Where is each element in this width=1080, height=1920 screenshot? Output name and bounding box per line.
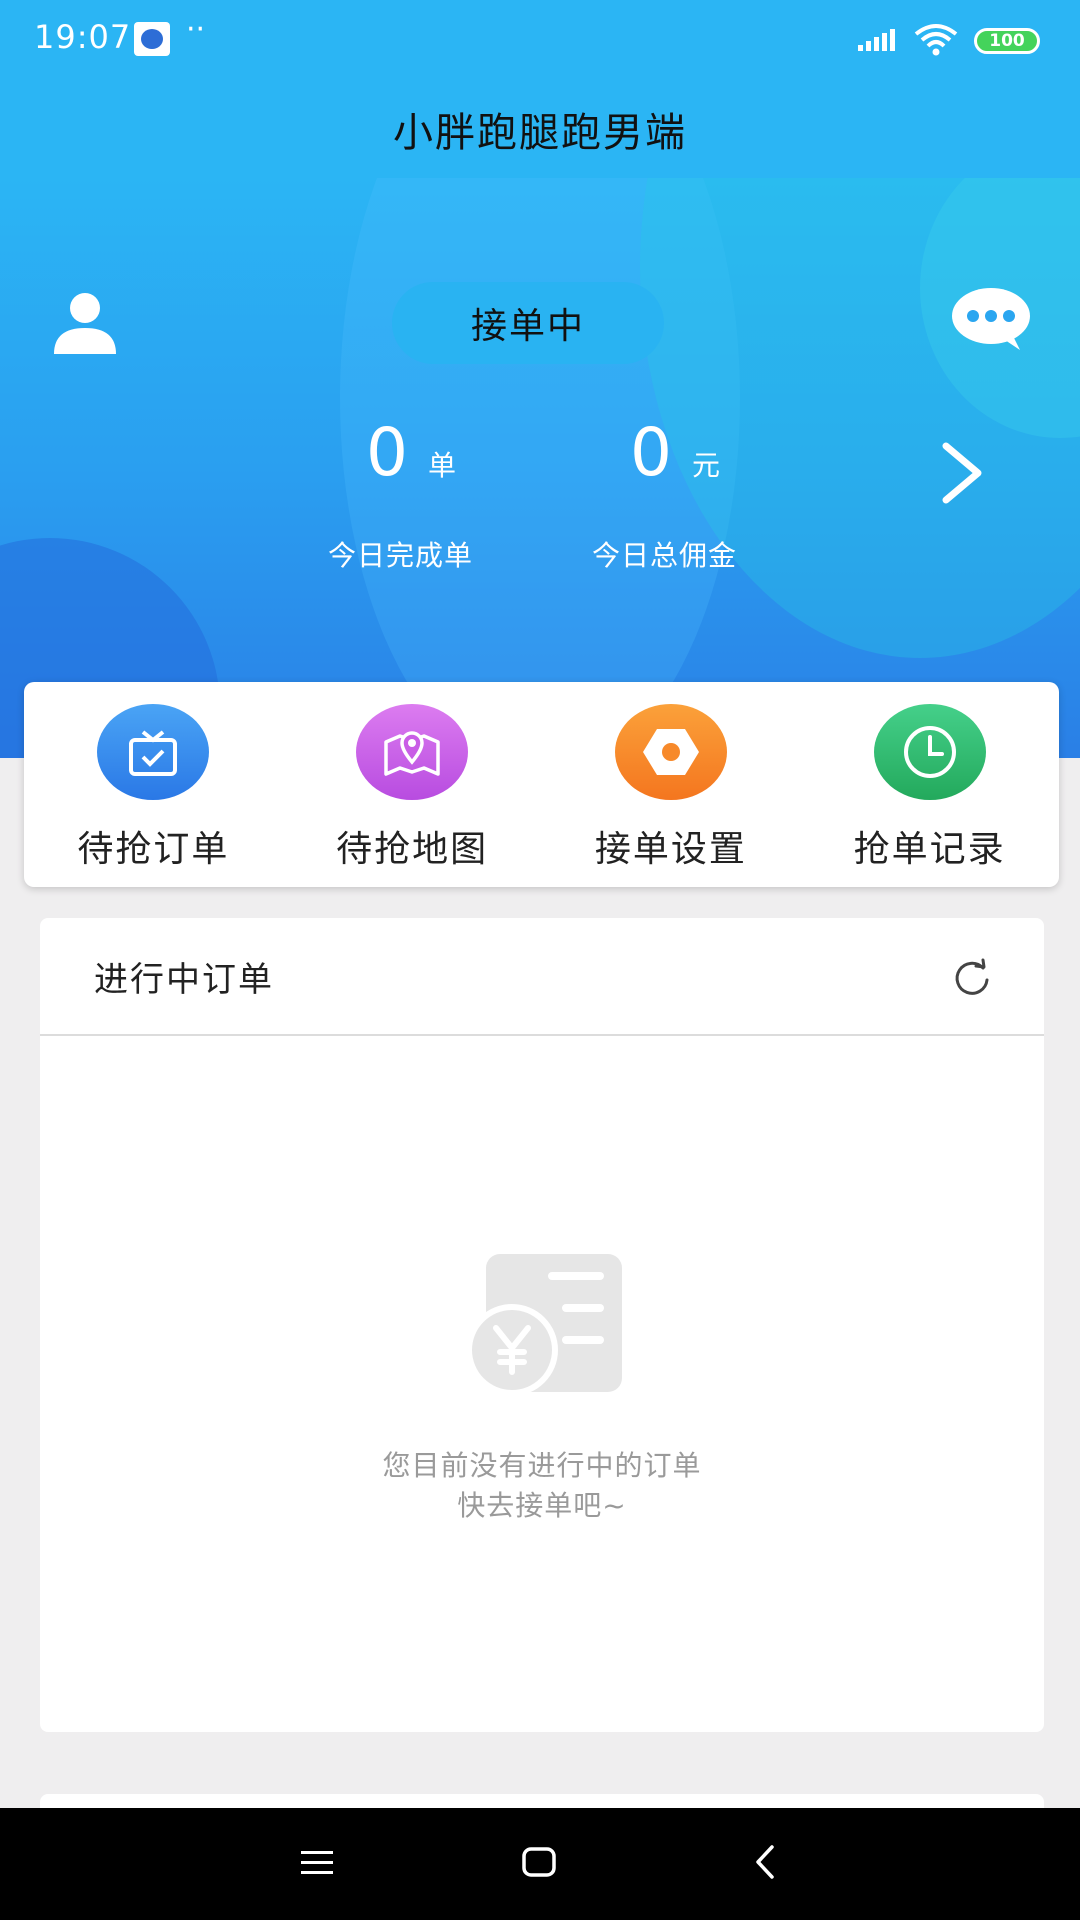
order-settings-label: 接单设置 (594, 829, 747, 870)
user-avatar-icon[interactable] (52, 290, 118, 356)
map-pin-icon (356, 704, 469, 800)
empty-order-illustration (466, 1254, 622, 1396)
clock-icon (873, 704, 986, 800)
message-icon[interactable] (950, 286, 1032, 352)
orders-in-progress-card: 进行中订单 您目前没有进行中的订单 快去接单吧~ (40, 918, 1044, 1732)
page-title: 小胖跑腿跑男端 (393, 110, 687, 156)
hex-nut-icon (614, 704, 727, 800)
system-nav-bar (0, 1808, 1080, 1920)
title-bar: 小胖跑腿跑男端 (0, 80, 1080, 178)
status-dots: ·· (186, 12, 206, 47)
orders-title: 进行中订单 (94, 959, 274, 1000)
battery-icon: 100 (974, 28, 1040, 54)
orders-header: 进行中订单 (40, 918, 1044, 1036)
back-icon[interactable] (754, 1844, 776, 1880)
today-orders-label: 今日完成单 (328, 539, 474, 572)
today-commission-unit: 元 (692, 449, 721, 482)
pending-orders-button[interactable]: 待抢订单 (26, 682, 280, 887)
empty-hint: 快去接单吧~ (457, 1489, 627, 1522)
order-box-icon (97, 704, 210, 800)
home-icon[interactable] (522, 1846, 556, 1878)
order-settings-button[interactable]: 接单设置 (544, 682, 798, 887)
today-orders-stat: 0 单 (366, 418, 456, 488)
pending-map-label: 待抢地图 (336, 829, 489, 870)
today-orders-unit: 单 (428, 449, 457, 482)
wifi-icon (914, 24, 958, 56)
app-notification-icon (134, 22, 170, 56)
hero-panel (0, 178, 1080, 758)
chevron-right-icon[interactable] (940, 442, 984, 504)
today-commission-label: 今日总佣金 (592, 539, 738, 572)
accepting-orders-button[interactable]: 接单中 (392, 282, 664, 364)
today-commission-stat: 0 元 (630, 418, 720, 488)
menu-icon[interactable] (300, 1848, 334, 1878)
signal-icon (858, 29, 895, 51)
today-orders-value: 0 (366, 414, 408, 491)
grab-records-label: 抢单记录 (853, 829, 1006, 870)
today-commission-value: 0 (630, 414, 672, 491)
pending-orders-label: 待抢订单 (77, 829, 230, 870)
refresh-icon[interactable] (952, 958, 992, 998)
pending-map-button[interactable]: 待抢地图 (285, 682, 539, 887)
empty-message: 您目前没有进行中的订单 (382, 1449, 702, 1482)
status-time: 19:07 (34, 18, 132, 56)
status-bar: 19:07 ·· 100 (0, 0, 1080, 80)
grab-records-button[interactable]: 抢单记录 (803, 682, 1057, 887)
quick-menu: 待抢订单 待抢地图 接单设置 抢单记录 (24, 682, 1059, 887)
